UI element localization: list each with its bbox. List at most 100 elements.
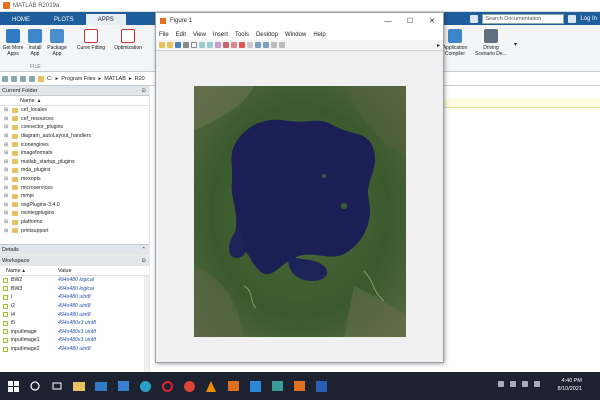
application-compiler-button[interactable]: Application Compiler xyxy=(440,29,470,57)
path-segment[interactable]: MATLAB xyxy=(104,76,126,82)
vlc-taskbar-button[interactable] xyxy=(202,377,220,395)
battery-icon[interactable] xyxy=(534,381,540,387)
package-app-button[interactable]: Package App xyxy=(46,29,68,57)
expand-icon[interactable]: ⊞ xyxy=(4,228,9,234)
browse-folder-icon[interactable] xyxy=(29,75,35,82)
expand-icon[interactable]: ⊞ xyxy=(4,219,9,225)
mail-taskbar-button[interactable] xyxy=(92,377,110,395)
vscode-taskbar-button[interactable] xyxy=(246,377,264,395)
tab-apps[interactable]: APPS xyxy=(85,14,126,25)
volume-icon[interactable] xyxy=(522,381,528,387)
folder-list-item[interactable]: ⊞ printsupport xyxy=(0,226,149,235)
expand-icon[interactable]: ⊞ xyxy=(4,202,9,208)
search-documentation-input[interactable]: Search Documentation xyxy=(482,13,565,24)
path-segment[interactable]: C: xyxy=(47,76,53,82)
folder-list-item[interactable]: ⊞ diagram_autoLayout_handlers xyxy=(0,132,149,141)
opera-taskbar-button[interactable] xyxy=(158,377,176,395)
workspace-row[interactable]: BW3 494x480 logical xyxy=(0,285,149,294)
figure-taskbar-button[interactable] xyxy=(290,377,308,395)
expand-icon[interactable]: ⊞ xyxy=(4,116,9,122)
driving-scenario-button[interactable]: Driving Scenario De... xyxy=(474,29,508,57)
folder-list-item[interactable]: ⊞ mexopts xyxy=(0,175,149,184)
quick-access-icon[interactable] xyxy=(470,14,479,23)
maximize-button[interactable]: ☐ xyxy=(399,13,421,29)
expand-icon[interactable]: ⊞ xyxy=(4,107,9,113)
workspace-row[interactable]: i4 494x480 uint8 xyxy=(0,310,149,319)
install-app-button[interactable]: Install App xyxy=(25,29,45,57)
menu-edit[interactable]: Edit xyxy=(176,32,186,38)
minimize-button[interactable]: — xyxy=(377,13,399,29)
menu-tools[interactable]: Tools xyxy=(235,32,249,38)
insert-legend-icon[interactable] xyxy=(263,42,269,48)
workspace-row[interactable]: BW2 494x480 logical xyxy=(0,276,149,285)
folder-name-column-header[interactable]: Name ▴ xyxy=(0,96,149,106)
hide-plot-tools-icon[interactable] xyxy=(271,42,277,48)
task-view-button[interactable] xyxy=(48,377,66,395)
show-plot-tools-icon[interactable] xyxy=(279,42,285,48)
zoom-in-icon[interactable] xyxy=(199,42,205,48)
panel-options-icon[interactable]: ⊙ xyxy=(141,88,146,94)
get-more-apps-button[interactable]: Get More Apps xyxy=(2,29,24,57)
chrome-taskbar-button[interactable] xyxy=(180,377,198,395)
menu-desktop[interactable]: Desktop xyxy=(256,32,278,38)
expand-icon[interactable]: ⊞ xyxy=(4,193,9,199)
folder-list-item[interactable]: ⊞ matlab_startup_plugins xyxy=(0,158,149,167)
pan-icon[interactable] xyxy=(215,42,221,48)
folder-list-item[interactable]: ⊞ osintegplugins xyxy=(0,209,149,218)
folder-list-item[interactable]: ⊞ platforms xyxy=(0,218,149,227)
notification-bell-icon[interactable] xyxy=(568,14,577,23)
taskbar-clock[interactable]: 4:40 PM 8/10/2021 xyxy=(558,377,582,393)
app-taskbar-button[interactable] xyxy=(268,377,286,395)
expand-icon[interactable]: ⊞ xyxy=(4,142,9,148)
workspace-row[interactable]: i2 494x480 uint8 xyxy=(0,302,149,311)
details-panel-header[interactable]: Details ⌃ xyxy=(0,244,149,254)
folder-list-item[interactable]: ⊞ microservices xyxy=(0,183,149,192)
folder-list-item[interactable]: ⊞ connector_plugins xyxy=(0,123,149,132)
workspace-row[interactable]: inputImage 494x480x3 uint8 xyxy=(0,328,149,337)
store-taskbar-button[interactable] xyxy=(114,377,132,395)
expand-icon[interactable]: ⊞ xyxy=(4,159,9,165)
back-arrow-icon[interactable] xyxy=(2,75,8,82)
edge-taskbar-button[interactable] xyxy=(136,377,154,395)
expand-details-icon[interactable]: ⌃ xyxy=(141,247,146,253)
figure-canvas[interactable] xyxy=(156,52,443,362)
brush-icon[interactable] xyxy=(239,42,245,48)
new-figure-icon[interactable] xyxy=(159,42,165,48)
folder-list-item[interactable]: ⊞ mmpi xyxy=(0,192,149,201)
ribbon-expand-chevron-icon[interactable]: ▾ xyxy=(514,41,517,48)
workspace-row[interactable]: i5 494x480x3 uint8 xyxy=(0,319,149,328)
file-explorer-taskbar-button[interactable] xyxy=(70,377,88,395)
expand-icon[interactable]: ⊞ xyxy=(4,185,9,191)
folder-list-item[interactable]: ⊞ cef_locales xyxy=(0,106,149,115)
menu-window[interactable]: Window xyxy=(285,32,306,38)
expand-icon[interactable]: ⊞ xyxy=(4,167,9,173)
edit-plot-arrow-icon[interactable] xyxy=(191,42,197,48)
tab-home[interactable]: HOME xyxy=(0,14,42,25)
folder-list-item[interactable]: ⊞ cef_resources xyxy=(0,115,149,124)
expand-icon[interactable]: ⊞ xyxy=(4,124,9,130)
rotate-3d-icon[interactable] xyxy=(223,42,229,48)
up-folder-icon[interactable] xyxy=(20,75,26,82)
folder-list-item[interactable]: ⊞ imageformats xyxy=(0,149,149,158)
expand-icon[interactable]: ⊞ xyxy=(4,133,9,139)
matlab-taskbar-button[interactable] xyxy=(224,377,242,395)
open-file-icon[interactable] xyxy=(167,42,173,48)
insert-colorbar-icon[interactable] xyxy=(255,42,261,48)
close-button[interactable]: ✕ xyxy=(421,13,443,29)
menu-file[interactable]: File xyxy=(159,32,169,38)
panel-options-icon[interactable]: ⊙ xyxy=(141,258,146,264)
network-icon[interactable] xyxy=(510,381,516,387)
expand-icon[interactable]: ⊞ xyxy=(4,210,9,216)
workspace-row[interactable]: inputImage1 494x480x3 uint8 xyxy=(0,336,149,345)
zoom-out-icon[interactable] xyxy=(207,42,213,48)
folder-list-item[interactable]: ⊞ iconengines xyxy=(0,140,149,149)
menu-help[interactable]: Help xyxy=(313,32,325,38)
path-segment[interactable]: Program Files xyxy=(61,76,95,82)
workspace-row[interactable]: i 494x480 uint8 xyxy=(0,293,149,302)
forward-arrow-icon[interactable] xyxy=(11,75,17,82)
tray-chevron-icon[interactable] xyxy=(498,381,504,387)
link-plot-icon[interactable] xyxy=(247,42,253,48)
menu-insert[interactable]: Insert xyxy=(213,32,228,38)
log-in-button[interactable]: Log In xyxy=(580,16,597,22)
save-icon[interactable] xyxy=(175,42,181,48)
